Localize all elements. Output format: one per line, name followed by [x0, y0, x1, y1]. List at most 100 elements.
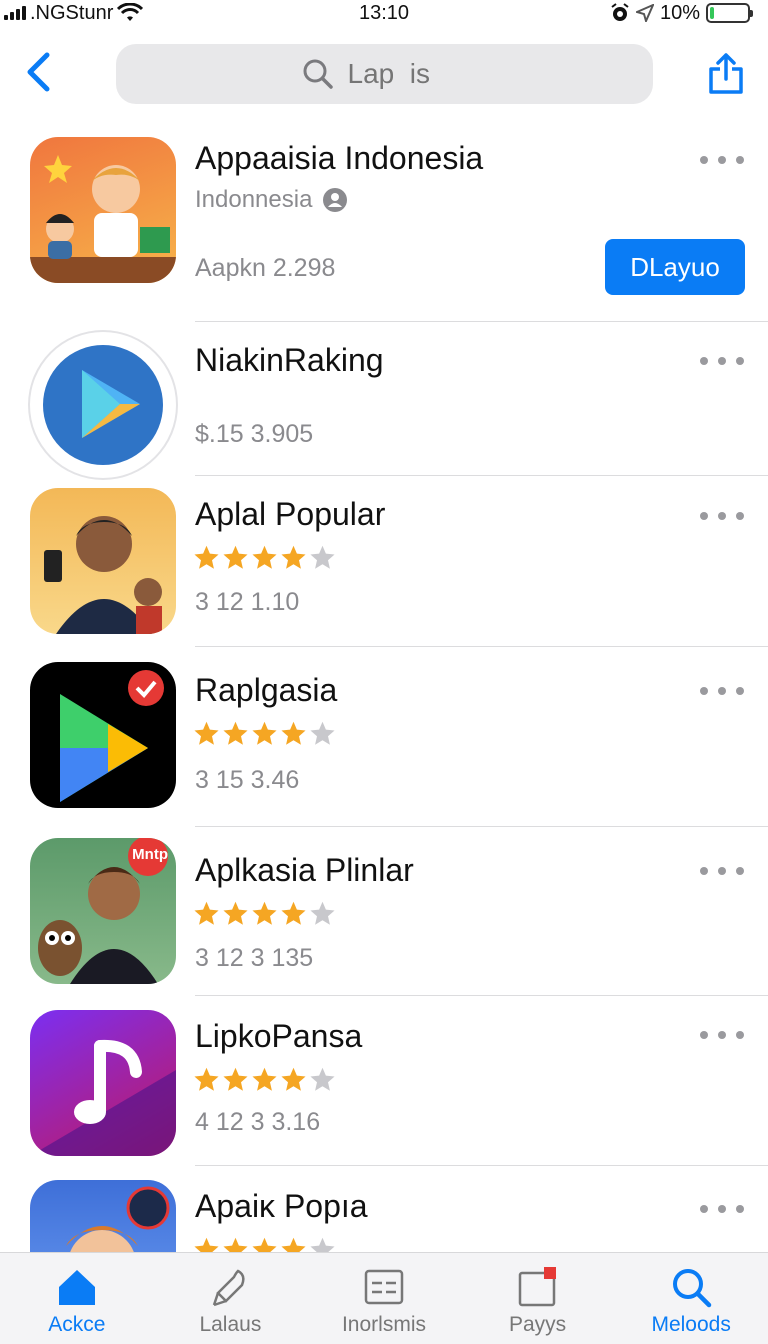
tab-payys[interactable]: Payys [461, 1253, 615, 1344]
more-button[interactable] [700, 154, 744, 166]
tab-inorlsmis[interactable]: Inorlsmis [307, 1253, 461, 1344]
tab-bar: Ackce Lalaus Inorlsmis Payys Meloods [0, 1252, 768, 1344]
man-with-phone-icon [30, 488, 176, 634]
star-filled-icon [194, 901, 219, 925]
star-empty-icon [310, 721, 335, 745]
tab-label: Ackce [48, 1313, 106, 1336]
more-button[interactable] [700, 510, 744, 522]
app-title[interactable]: Appaaisia Indonesia [195, 140, 483, 177]
star-rating [193, 900, 336, 927]
more-button[interactable] [700, 1203, 744, 1215]
app-row[interactable]: NiakinRaking $.15 3.905 [0, 322, 768, 478]
battery-percent: 10% [659, 1, 700, 24]
app-row[interactable]: Aplal Popular 3 12 1.10 [0, 476, 768, 648]
play-store-dark-icon [30, 662, 176, 808]
star-filled-icon [281, 1067, 306, 1091]
search-icon [303, 59, 333, 89]
star-filled-icon [281, 901, 306, 925]
app-row[interactable]: Raplɡasia 3 15 3.46 [0, 648, 768, 827]
home-icon [58, 1270, 95, 1305]
app-title[interactable]: Raplɡasia [195, 672, 337, 709]
alarm-icon [611, 3, 629, 21]
star-empty-icon [310, 1067, 335, 1091]
row-divider [195, 646, 768, 647]
star-filled-icon [252, 901, 277, 925]
tab-lalaus[interactable]: Lalaus [154, 1253, 308, 1344]
app-title[interactable]: Aplkasia Plinlar [195, 852, 414, 889]
star-filled-icon [223, 901, 248, 925]
star-empty-icon [310, 901, 335, 925]
get-button[interactable]: DLayuo [605, 239, 745, 295]
more-button[interactable] [700, 685, 744, 697]
developer-icon [323, 188, 348, 212]
tab-label: Inorlsmis [341, 1313, 426, 1336]
star-filled-icon [223, 1067, 248, 1091]
star-filled-icon [252, 721, 277, 745]
app-title[interactable]: NiakinRaking [195, 342, 384, 379]
wifi-icon [117, 3, 144, 21]
tab-search[interactable]: Meloods [614, 1253, 768, 1344]
star-empty-icon [310, 545, 335, 569]
carrier-label: .NGStunr [30, 1, 114, 24]
battery-fill [710, 7, 714, 19]
app-subtitle: Indonnesia [195, 186, 348, 214]
calendar-icon [518, 1267, 556, 1307]
status-time: 13:10 [358, 1, 410, 24]
app-meta: $.15 3.905 [195, 420, 314, 448]
app-badge: Mntp [132, 846, 168, 863]
search-input[interactable] [347, 58, 468, 90]
cartoon-kids-icon [30, 137, 176, 283]
star-filled-icon [252, 1067, 277, 1091]
app-meta: 3 15 3.46 [195, 766, 300, 794]
signal-icon [4, 6, 26, 20]
man-with-owl-icon: Mntp [30, 838, 176, 984]
app-meta: 3 12 1.10 [195, 588, 300, 616]
tab-label: Lalaus [199, 1313, 262, 1336]
app-meta: 3 12 3 135 [195, 944, 314, 972]
app-meta: 4 12 3 3.16 [195, 1108, 321, 1136]
star-filled-icon [252, 545, 277, 569]
tab-label: Meloods [651, 1313, 731, 1336]
app-row[interactable]: Appaaisia Indonesia Indonnesia Aapkn 2.2… [0, 120, 768, 322]
search-bar[interactable] [116, 44, 653, 104]
star-rating [193, 720, 336, 747]
app-row[interactable]: Mntp Aplkasia Plinlar 3 12 3 135 [0, 828, 768, 996]
app-meta: Aapkn 2.298 [195, 254, 336, 282]
tab-home[interactable]: Ackce [0, 1253, 154, 1344]
app-title[interactable]: LipkoPansa [195, 1018, 362, 1055]
more-button[interactable] [700, 355, 744, 367]
tab-label: Payys [508, 1313, 567, 1336]
star-filled-icon [281, 721, 306, 745]
row-divider [195, 826, 768, 827]
grid-icon [364, 1269, 404, 1305]
star-rating [193, 544, 336, 571]
music-note-icon [30, 1010, 176, 1156]
star-filled-icon [194, 545, 219, 569]
nav-bar [0, 40, 768, 110]
app-row[interactable]: Apaiĸ Popıa [0, 1166, 768, 1270]
play-store-round-icon [30, 332, 176, 478]
back-button[interactable] [20, 50, 56, 94]
share-icon [709, 53, 743, 94]
star-filled-icon [281, 545, 306, 569]
status-right: 10% [610, 1, 753, 25]
star-rating [193, 1066, 336, 1093]
status-bar: .NGStunr 13:10 10% [0, 0, 768, 26]
more-button[interactable] [700, 1029, 744, 1041]
star-filled-icon [194, 1067, 219, 1091]
app-row[interactable]: LipkoPansa 4 12 3 3.16 [0, 996, 768, 1166]
battery-icon [706, 3, 753, 23]
rocket-icon [213, 1269, 245, 1307]
star-filled-icon [223, 721, 248, 745]
status-left: .NGStunr [4, 1, 144, 25]
location-icon [635, 4, 654, 22]
search-icon [673, 1269, 712, 1308]
app-title[interactable]: Apaiĸ Popıa [195, 1188, 368, 1225]
star-filled-icon [194, 721, 219, 745]
app-title[interactable]: Aplal Popular [195, 496, 385, 533]
star-filled-icon [223, 545, 248, 569]
share-button[interactable] [706, 50, 746, 98]
chevron-left-icon [27, 52, 50, 92]
more-button[interactable] [700, 865, 744, 877]
app-subtitle-text: Indonnesia [195, 186, 313, 213]
